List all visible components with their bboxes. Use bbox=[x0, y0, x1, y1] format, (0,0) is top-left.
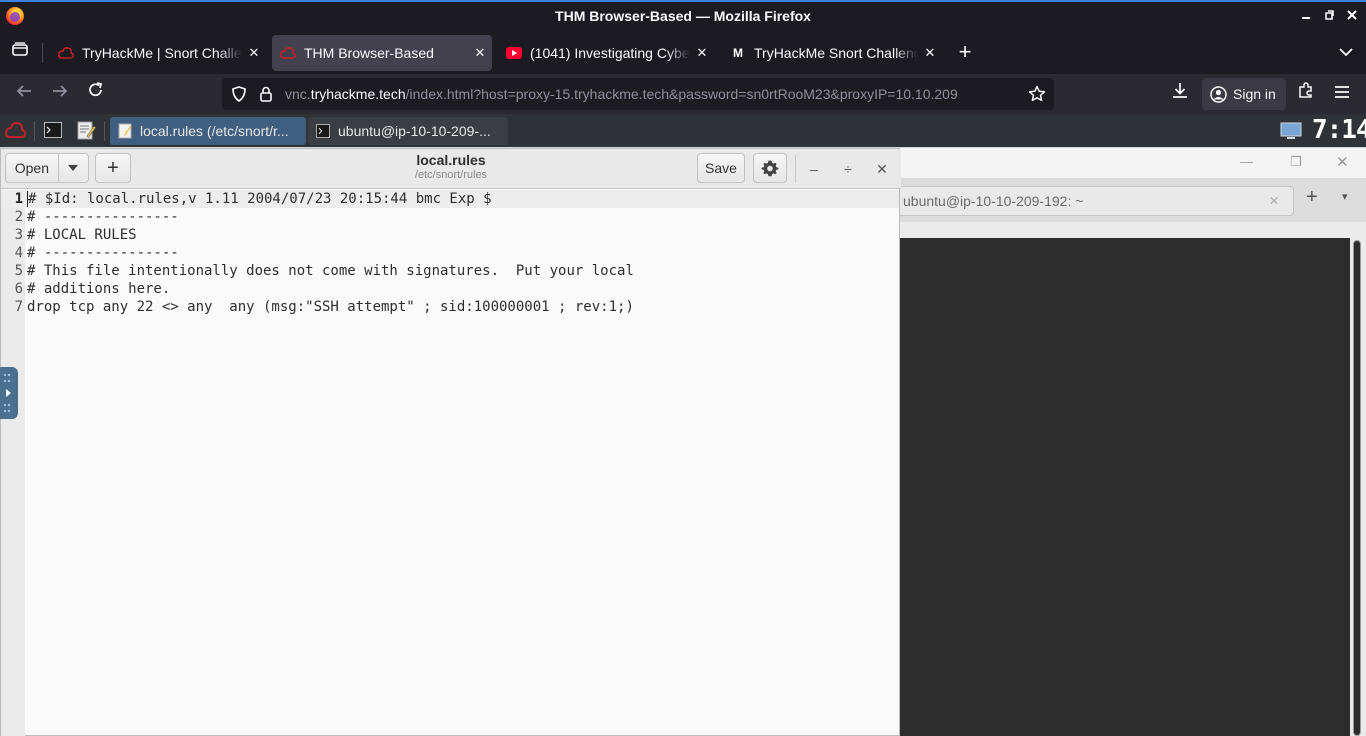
tab-tryhackme-snort-challenge-medium[interactable]: M TryHackMe Snort Challenge ✕ bbox=[722, 35, 942, 71]
tab-separator bbox=[42, 43, 43, 63]
account-icon bbox=[1210, 85, 1227, 103]
terminal-maximize-icon[interactable]: ❐ bbox=[1290, 154, 1302, 170]
lock-icon[interactable] bbox=[259, 86, 273, 107]
tab-close-icon[interactable]: ✕ bbox=[690, 45, 714, 61]
tryhackme-icon bbox=[280, 45, 296, 61]
code-line[interactable]: 1 # $Id: local.rules,v 1.11 2004/07/23 20… bbox=[1, 190, 899, 208]
terminal-window[interactable]: — ❐ ✕ ubuntu@ip-10-10-209-192: ~ ✕ + ▾ bbox=[898, 148, 1366, 736]
remote-desktop: local.rules (/etc/snort/r... ubuntu@ip-1… bbox=[0, 114, 1366, 736]
vnc-control-bar-handle[interactable] bbox=[0, 367, 18, 419]
headerbar-separator bbox=[795, 155, 796, 183]
code-line[interactable]: 3 # LOCAL RULES bbox=[1, 226, 899, 244]
extensions-icon[interactable] bbox=[1293, 81, 1319, 107]
text-editor-icon bbox=[118, 123, 132, 139]
tab-close-icon[interactable]: ✕ bbox=[918, 45, 942, 61]
display-indicator-icon[interactable] bbox=[1280, 122, 1302, 145]
list-all-tabs-icon[interactable] bbox=[1333, 39, 1359, 65]
open-menu-chevron-down-icon[interactable] bbox=[59, 165, 88, 171]
tab-investigating-cyber[interactable]: (1041) Investigating Cyber ✕ bbox=[498, 35, 714, 71]
taskbar-item-local-rules[interactable]: local.rules (/etc/snort/r... bbox=[110, 117, 306, 145]
code-line[interactable]: 7 drop tcp any 22 <> any any (msg:"SSH at… bbox=[1, 298, 899, 316]
url-text[interactable]: vnc.tryhackme.tech/index.html?host=proxy… bbox=[285, 86, 1015, 102]
terminal-tab-bar: ubuntu@ip-10-10-209-192: ~ ✕ + ▾ bbox=[898, 178, 1366, 222]
editor-text-area[interactable]: 1 # $Id: local.rules,v 1.11 2004/07/23 20… bbox=[1, 190, 899, 316]
editor-maximize-icon[interactable]: ÷ bbox=[838, 159, 858, 179]
app-menu-icon[interactable] bbox=[1329, 81, 1355, 107]
reload-icon[interactable] bbox=[83, 81, 109, 107]
tracking-protection-shield-icon[interactable] bbox=[231, 86, 247, 107]
new-tab-icon[interactable]: + bbox=[952, 39, 978, 65]
tab-close-icon[interactable]: ✕ bbox=[468, 45, 492, 61]
terminal-titlebar: — ❐ ✕ bbox=[898, 148, 1366, 178]
close-window-icon[interactable] bbox=[1342, 7, 1362, 27]
taskbar-item-terminal[interactable]: ubuntu@ip-10-10-209-... bbox=[308, 117, 508, 145]
url-bar[interactable]: vnc.tryhackme.tech/index.html?host=proxy… bbox=[222, 78, 1054, 110]
terminal-tab[interactable]: ubuntu@ip-10-10-209-192: ~ ✕ bbox=[898, 186, 1294, 216]
save-button[interactable]: Save bbox=[697, 153, 745, 183]
editor-headerbar: Open + local.rules /etc/snort/rules Save… bbox=[1, 149, 901, 189]
panel-separator bbox=[104, 121, 105, 141]
tab-strip: TryHackMe | Snort Challenge ✕ THM Browse… bbox=[0, 31, 1366, 74]
text-editor-launcher-icon[interactable] bbox=[76, 120, 96, 145]
tab-thm-browser-based[interactable]: THM Browser-Based ✕ bbox=[272, 35, 492, 71]
settings-gear-icon[interactable] bbox=[753, 153, 787, 183]
text-editor-window: Open + local.rules /etc/snort/rules Save… bbox=[0, 148, 901, 736]
minimize-window-icon[interactable] bbox=[1296, 7, 1316, 27]
terminal-launcher-icon[interactable] bbox=[44, 122, 62, 143]
open-button[interactable]: Open bbox=[5, 153, 89, 183]
terminal-icon bbox=[316, 124, 330, 138]
forward-icon[interactable] bbox=[47, 81, 73, 107]
editor-path: /etc/snort/rules bbox=[414, 169, 488, 181]
firefox-titlebar: THM Browser-Based — Mozilla Firefox bbox=[0, 0, 1366, 31]
terminal-tab-menu-icon[interactable]: ▾ bbox=[1342, 190, 1348, 203]
terminal-tab-close-icon[interactable]: ✕ bbox=[1269, 187, 1279, 215]
editor-title: local.rules bbox=[416, 152, 486, 168]
firefox-view-icon[interactable] bbox=[7, 39, 33, 65]
sign-in-button[interactable]: Sign in bbox=[1202, 78, 1286, 110]
tryhackme-icon bbox=[58, 45, 74, 61]
editor-close-icon[interactable]: ✕ bbox=[872, 159, 892, 179]
terminal-close-icon[interactable]: ✕ bbox=[1336, 153, 1349, 171]
code-line[interactable]: 5 # This file intentionally does not come… bbox=[1, 262, 899, 280]
terminal-minimize-icon[interactable]: — bbox=[1240, 154, 1253, 169]
navigation-toolbar: vnc.tryhackme.tech/index.html?host=proxy… bbox=[0, 74, 1366, 114]
tab-tryhackme-snort-challenge[interactable]: TryHackMe | Snort Challenge ✕ bbox=[50, 35, 266, 71]
desktop-panel: local.rules (/etc/snort/r... ubuntu@ip-1… bbox=[0, 114, 1366, 147]
panel-clock: 7:14 bbox=[1312, 115, 1366, 145]
code-line[interactable]: 4 # ---------------- bbox=[1, 244, 899, 262]
terminal-scrollbar[interactable] bbox=[1353, 240, 1361, 736]
back-icon[interactable] bbox=[11, 81, 37, 107]
restore-window-icon[interactable] bbox=[1319, 7, 1339, 27]
editor-minimize-icon[interactable]: – bbox=[804, 159, 824, 179]
panel-separator bbox=[34, 121, 35, 141]
code-line[interactable]: 2 # ---------------- bbox=[1, 208, 899, 226]
tryhackme-menu-icon[interactable] bbox=[4, 120, 27, 145]
tab-close-icon[interactable]: ✕ bbox=[242, 45, 266, 61]
terminal-screen[interactable] bbox=[900, 238, 1350, 736]
medium-icon: M bbox=[733, 46, 743, 60]
bookmark-star-icon[interactable] bbox=[1028, 85, 1046, 108]
downloads-icon[interactable] bbox=[1167, 81, 1193, 107]
new-document-button[interactable]: + bbox=[95, 153, 131, 183]
window-title: THM Browser-Based — Mozilla Firefox bbox=[555, 8, 811, 24]
terminal-new-tab-icon[interactable]: + bbox=[1306, 186, 1318, 209]
code-line[interactable]: 6 # additions here. bbox=[1, 280, 899, 298]
youtube-icon bbox=[506, 45, 522, 61]
